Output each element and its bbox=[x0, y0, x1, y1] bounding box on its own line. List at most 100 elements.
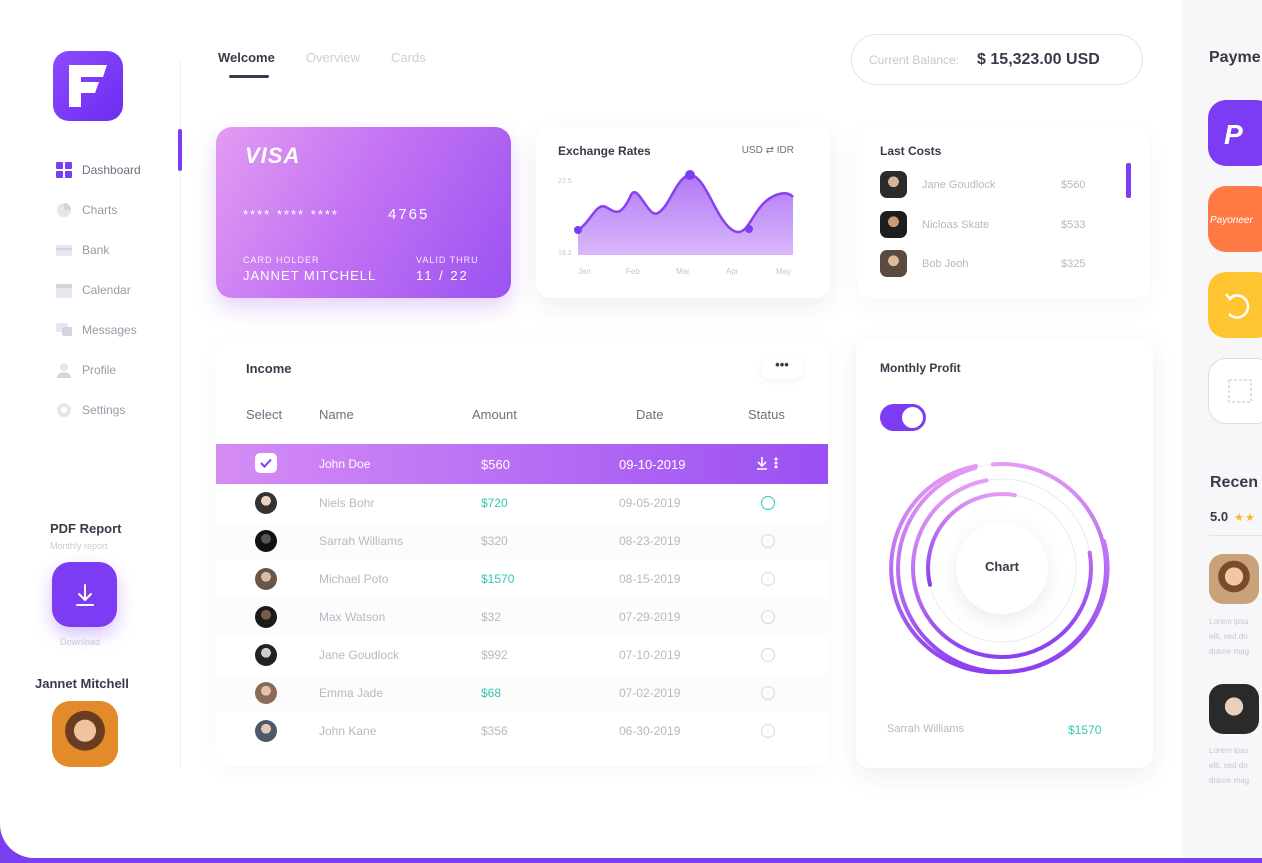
sidebar-active-indicator bbox=[178, 129, 182, 171]
row-name: Max Watson bbox=[319, 610, 386, 624]
download-report-button[interactable] bbox=[52, 562, 117, 627]
profit-footer-name: Sarrah Williams bbox=[887, 723, 965, 735]
paypal-button[interactable]: P bbox=[1208, 100, 1262, 166]
table-row[interactable]: Jane Goudlock $992 07-10-2019 bbox=[216, 636, 828, 674]
x-tick-may: May bbox=[776, 267, 791, 276]
sidebar-item-settings[interactable]: Settings bbox=[56, 390, 141, 430]
reviewer-avatar[interactable] bbox=[1209, 554, 1259, 604]
review-line: dolore mag bbox=[1209, 647, 1250, 656]
currency-pair[interactable]: USD ⇄ IDR bbox=[742, 145, 794, 156]
card-last-four: 4765 bbox=[388, 206, 430, 223]
exchange-point-mar bbox=[685, 170, 695, 180]
sidebar-item-charts[interactable]: Charts bbox=[56, 190, 141, 230]
card-brand: VISA bbox=[245, 143, 301, 168]
row-amount: $992 bbox=[481, 648, 508, 662]
top-tabs: Welcome Overview Cards bbox=[218, 50, 426, 65]
chart-center-label: Chart bbox=[985, 559, 1019, 574]
status-radio[interactable] bbox=[761, 724, 775, 738]
profit-footer-amount: $1570 bbox=[1068, 723, 1102, 737]
sidebar-nav: Dashboard Charts Bank Calendar Messages bbox=[56, 150, 141, 430]
tab-welcome[interactable]: Welcome bbox=[218, 50, 275, 65]
svg-text:Payoneer: Payoneer bbox=[1210, 215, 1253, 226]
scrollbar[interactable] bbox=[1126, 163, 1131, 198]
table-row[interactable]: Sarrah Williams $320 08-23-2019 bbox=[216, 522, 828, 560]
cost-name: Nicloas Skate bbox=[922, 218, 990, 231]
row-name: Jane Goudlock bbox=[319, 648, 400, 662]
balance-value: $ 15,323.00 USD bbox=[977, 50, 1100, 68]
row-name: Niels Bohr bbox=[319, 496, 375, 510]
row-date: 08-15-2019 bbox=[619, 572, 681, 586]
refresh-icon bbox=[1225, 293, 1250, 319]
table-row[interactable]: Emma Jade $68 07-02-2019 bbox=[216, 674, 828, 712]
avatar bbox=[880, 250, 907, 277]
check-icon bbox=[260, 458, 272, 468]
more-options-button[interactable]: ••• bbox=[762, 357, 802, 379]
sidebar-item-label: Profile bbox=[82, 363, 117, 377]
sidebar-item-bank[interactable]: Bank bbox=[56, 230, 141, 270]
list-item[interactable]: Nicloas Skate $533 bbox=[880, 211, 1085, 238]
status-radio[interactable] bbox=[761, 648, 775, 662]
card-valid-thru: 11 / 22 bbox=[416, 268, 469, 283]
review-line: Lorem ipsu bbox=[1209, 746, 1249, 755]
scan-icon bbox=[1228, 379, 1252, 403]
user-name: Jannet Mitchell bbox=[35, 676, 129, 691]
sidebar-item-label: Bank bbox=[82, 243, 110, 257]
download-icon[interactable] bbox=[756, 456, 768, 470]
credit-card[interactable]: VISA **** **** **** 4765 CARD HOLDER JAN… bbox=[216, 127, 511, 298]
sidebar-item-messages[interactable]: Messages bbox=[56, 310, 141, 350]
swap-icon: ⇄ bbox=[765, 145, 774, 156]
bank-card-icon bbox=[56, 242, 72, 258]
user-avatar[interactable] bbox=[52, 701, 118, 767]
column-header-status[interactable]: Status bbox=[748, 407, 785, 422]
table-row[interactable]: Niels Bohr $720 09-05-2019 bbox=[216, 484, 828, 522]
status-radio[interactable] bbox=[761, 686, 775, 700]
column-header-select[interactable]: Select bbox=[246, 407, 282, 422]
row-amount: $1570 bbox=[481, 572, 515, 586]
sidebar-item-calendar[interactable]: Calendar bbox=[56, 270, 141, 310]
last-costs-card: Last Costs Jane Goudlock $560 Nicloas Sk… bbox=[857, 127, 1150, 298]
monthly-profit-card: Monthly Profit Chart Sarrah Williams $15… bbox=[856, 338, 1153, 768]
table-row[interactable]: Max Watson $32 07-29-2019 bbox=[216, 598, 828, 636]
app-logo[interactable] bbox=[53, 51, 123, 121]
table-row[interactable]: Michael Poto $1570 08-15-2019 bbox=[216, 560, 828, 598]
card-valid-label: VALID THRU bbox=[416, 255, 479, 265]
tab-overview[interactable]: Overview bbox=[306, 50, 360, 65]
recent-reviews-title: Recen bbox=[1210, 474, 1259, 491]
row-checkbox[interactable] bbox=[255, 453, 277, 473]
sidebar-item-dashboard[interactable]: Dashboard bbox=[56, 150, 141, 190]
status-radio[interactable] bbox=[761, 610, 775, 624]
column-header-date[interactable]: Date bbox=[636, 407, 663, 422]
download-icon bbox=[75, 583, 94, 606]
more-vertical-icon[interactable] bbox=[774, 456, 778, 470]
tab-cards[interactable]: Cards bbox=[391, 50, 426, 65]
app-window: Dashboard Charts Bank Calendar Messages bbox=[0, 0, 1262, 858]
sidebar-item-label: Messages bbox=[82, 323, 137, 337]
reviewer-avatar[interactable] bbox=[1209, 684, 1259, 734]
refresh-payment-button[interactable] bbox=[1208, 272, 1262, 338]
status-radio[interactable] bbox=[761, 572, 775, 586]
table-row[interactable]: John Doe $560 09-10-2019 bbox=[216, 444, 828, 484]
income-title: Income bbox=[246, 361, 292, 376]
pair-from: USD bbox=[741, 145, 763, 156]
sidebar-item-profile[interactable]: Profile bbox=[56, 350, 141, 390]
row-amount: $68 bbox=[481, 686, 502, 700]
logo-mark-icon bbox=[69, 65, 107, 107]
cost-amount: $533 bbox=[1061, 218, 1086, 231]
column-header-amount[interactable]: Amount bbox=[472, 407, 517, 422]
status-radio[interactable] bbox=[761, 534, 775, 548]
payoneer-button[interactable]: Payoneer bbox=[1208, 186, 1262, 252]
profit-ring-chart bbox=[889, 462, 1110, 675]
list-item[interactable]: Bob Jooh $325 bbox=[880, 250, 1085, 277]
pdf-report-subtitle: Monthly report bbox=[50, 541, 108, 551]
row-amount: $32 bbox=[481, 610, 502, 624]
row-actions bbox=[756, 456, 778, 470]
avatar bbox=[255, 720, 277, 742]
review-line: Lorem ipsu bbox=[1209, 617, 1249, 626]
status-radio[interactable] bbox=[761, 496, 775, 510]
table-row[interactable]: John Kane $356 06-30-2019 bbox=[216, 712, 828, 750]
list-item[interactable]: Jane Goudlock $560 bbox=[880, 171, 1085, 198]
column-header-name[interactable]: Name bbox=[319, 407, 354, 422]
star-icon: ★★ bbox=[1234, 512, 1256, 524]
scan-payment-button[interactable] bbox=[1208, 358, 1262, 424]
row-date: 07-29-2019 bbox=[619, 610, 681, 624]
